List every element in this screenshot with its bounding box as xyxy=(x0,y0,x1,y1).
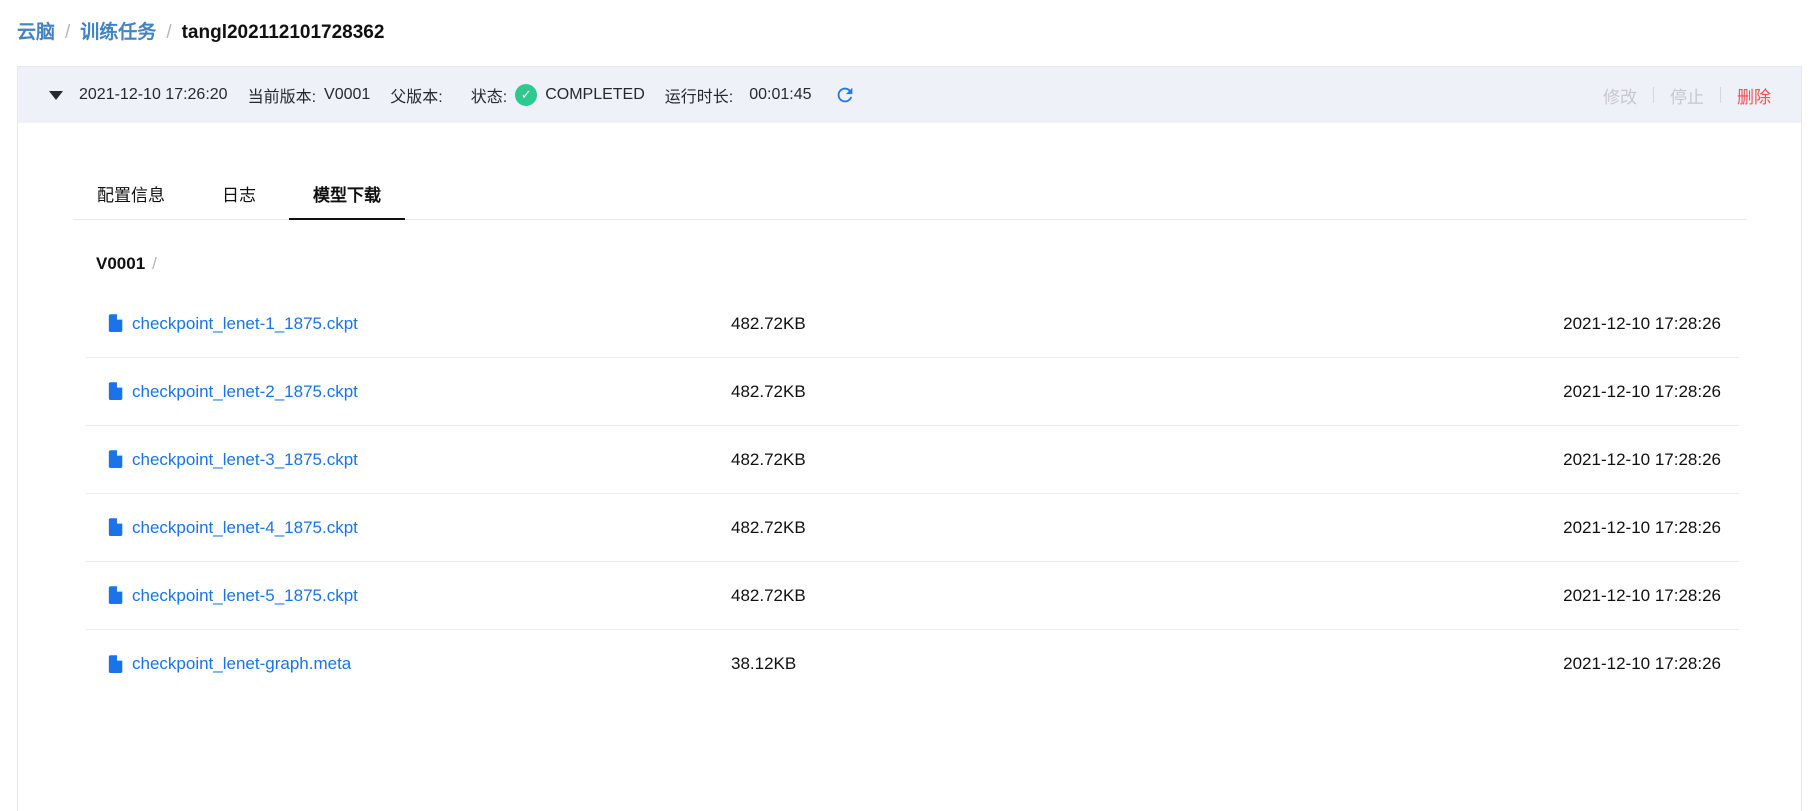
file-modified-time: 2021-12-10 17:28:26 xyxy=(1563,586,1739,606)
tab-model-download[interactable]: 模型下载 xyxy=(289,170,405,219)
refresh-icon[interactable] xyxy=(834,84,856,106)
duration-value: 00:01:45 xyxy=(749,86,811,104)
tab-bar: 配置信息日志模型下载 xyxy=(73,170,1746,220)
delete-button[interactable]: 删除 xyxy=(1737,83,1771,108)
breadcrumb-link-training-tasks[interactable]: 训练任务 xyxy=(80,21,156,45)
file-name-cell: checkpoint_lenet-graph.meta xyxy=(86,654,711,674)
file-document-icon xyxy=(106,450,123,469)
action-divider xyxy=(1720,87,1721,103)
file-download-link[interactable]: checkpoint_lenet-1_1875.ckpt xyxy=(132,314,358,334)
file-name-cell: checkpoint_lenet-5_1875.ckpt xyxy=(86,586,711,606)
file-size: 482.72KB xyxy=(711,450,1563,470)
file-row: checkpoint_lenet-2_1875.ckpt 482.72KB2021… xyxy=(86,358,1739,426)
file-size: 482.72KB xyxy=(711,518,1563,538)
file-size: 38.12KB xyxy=(711,654,1563,674)
current-version-value: V0001 xyxy=(324,86,370,104)
file-document-icon xyxy=(106,655,123,674)
file-size: 482.72KB xyxy=(711,586,1563,606)
tab-logs[interactable]: 日志 xyxy=(198,170,280,219)
file-download-link[interactable]: checkpoint_lenet-2_1875.ckpt xyxy=(132,382,358,402)
file-name-cell: checkpoint_lenet-2_1875.ckpt xyxy=(86,382,711,402)
file-name-cell: checkpoint_lenet-4_1875.ckpt xyxy=(86,518,711,538)
version-bar: 2021-12-10 17:26:20 当前版本: V0001 父版本: 状态:… xyxy=(18,67,1801,123)
file-size: 482.72KB xyxy=(711,314,1563,334)
file-name-cell: checkpoint_lenet-3_1875.ckpt xyxy=(86,450,711,470)
status-value: COMPLETED xyxy=(545,86,645,104)
file-document-icon xyxy=(106,314,123,333)
breadcrumb-link-cloudbrain[interactable]: 云脑 xyxy=(17,21,55,45)
file-row: checkpoint_lenet-5_1875.ckpt 482.72KB2021… xyxy=(86,562,1739,630)
stop-button[interactable]: 停止 xyxy=(1670,83,1704,108)
file-row: checkpoint_lenet-3_1875.ckpt 482.72KB2021… xyxy=(86,426,1739,494)
breadcrumb-current-task: tangl202112101728362 xyxy=(182,21,385,45)
file-table: checkpoint_lenet-1_1875.ckpt482.72KB2021… xyxy=(86,290,1739,698)
path-version-root[interactable]: V0001 xyxy=(96,254,145,273)
file-modified-time: 2021-12-10 17:28:26 xyxy=(1563,654,1739,674)
file-modified-time: 2021-12-10 17:28:26 xyxy=(1563,382,1739,402)
breadcrumb: 云脑 / 训练任务 / tangl202112101728362 xyxy=(0,0,1819,66)
tab-config-info[interactable]: 配置信息 xyxy=(73,170,189,219)
action-divider xyxy=(1653,87,1654,103)
file-name-cell: checkpoint_lenet-1_1875.ckpt xyxy=(86,314,711,334)
file-download-link[interactable]: checkpoint_lenet-3_1875.ckpt xyxy=(132,450,358,470)
file-modified-time: 2021-12-10 17:28:26 xyxy=(1563,314,1739,334)
version-actions: 修改 停止 删除 xyxy=(1603,83,1771,108)
file-modified-time: 2021-12-10 17:28:26 xyxy=(1563,518,1739,538)
file-document-icon xyxy=(106,382,123,401)
file-download-link[interactable]: checkpoint_lenet-4_1875.ckpt xyxy=(132,518,358,538)
parent-version-label: 父版本: xyxy=(390,83,442,107)
version-created-time: 2021-12-10 17:26:20 xyxy=(79,86,228,104)
task-detail-panel: 2021-12-10 17:26:20 当前版本: V0001 父版本: 状态:… xyxy=(17,66,1802,811)
status-label: 状态: xyxy=(471,83,507,107)
file-size: 482.72KB xyxy=(711,382,1563,402)
file-document-icon xyxy=(106,518,123,537)
file-download-link[interactable]: checkpoint_lenet-5_1875.ckpt xyxy=(132,586,358,606)
duration-label: 运行时长: xyxy=(665,83,733,107)
file-document-icon xyxy=(106,586,123,605)
file-row: checkpoint_lenet-1_1875.ckpt 482.72KB2021… xyxy=(86,290,1739,358)
breadcrumb-separator: / xyxy=(65,21,70,45)
caret-down-icon[interactable] xyxy=(49,91,63,100)
path-separator: / xyxy=(152,254,157,273)
check-circle-icon: ✓ xyxy=(515,84,537,106)
file-download-link[interactable]: checkpoint_lenet-graph.meta xyxy=(132,654,351,674)
model-download-section: V0001 / checkpoint_lenet-1_1875.ckpt 482.7… xyxy=(86,254,1739,698)
current-version-label: 当前版本: xyxy=(248,83,316,107)
modify-button[interactable]: 修改 xyxy=(1603,83,1637,108)
breadcrumb-separator: / xyxy=(166,21,171,45)
file-row: checkpoint_lenet-graph.meta 38.12KB2021-1… xyxy=(86,630,1739,698)
file-path-breadcrumb: V0001 / xyxy=(96,254,1739,274)
file-modified-time: 2021-12-10 17:28:26 xyxy=(1563,450,1739,470)
file-row: checkpoint_lenet-4_1875.ckpt 482.72KB2021… xyxy=(86,494,1739,562)
